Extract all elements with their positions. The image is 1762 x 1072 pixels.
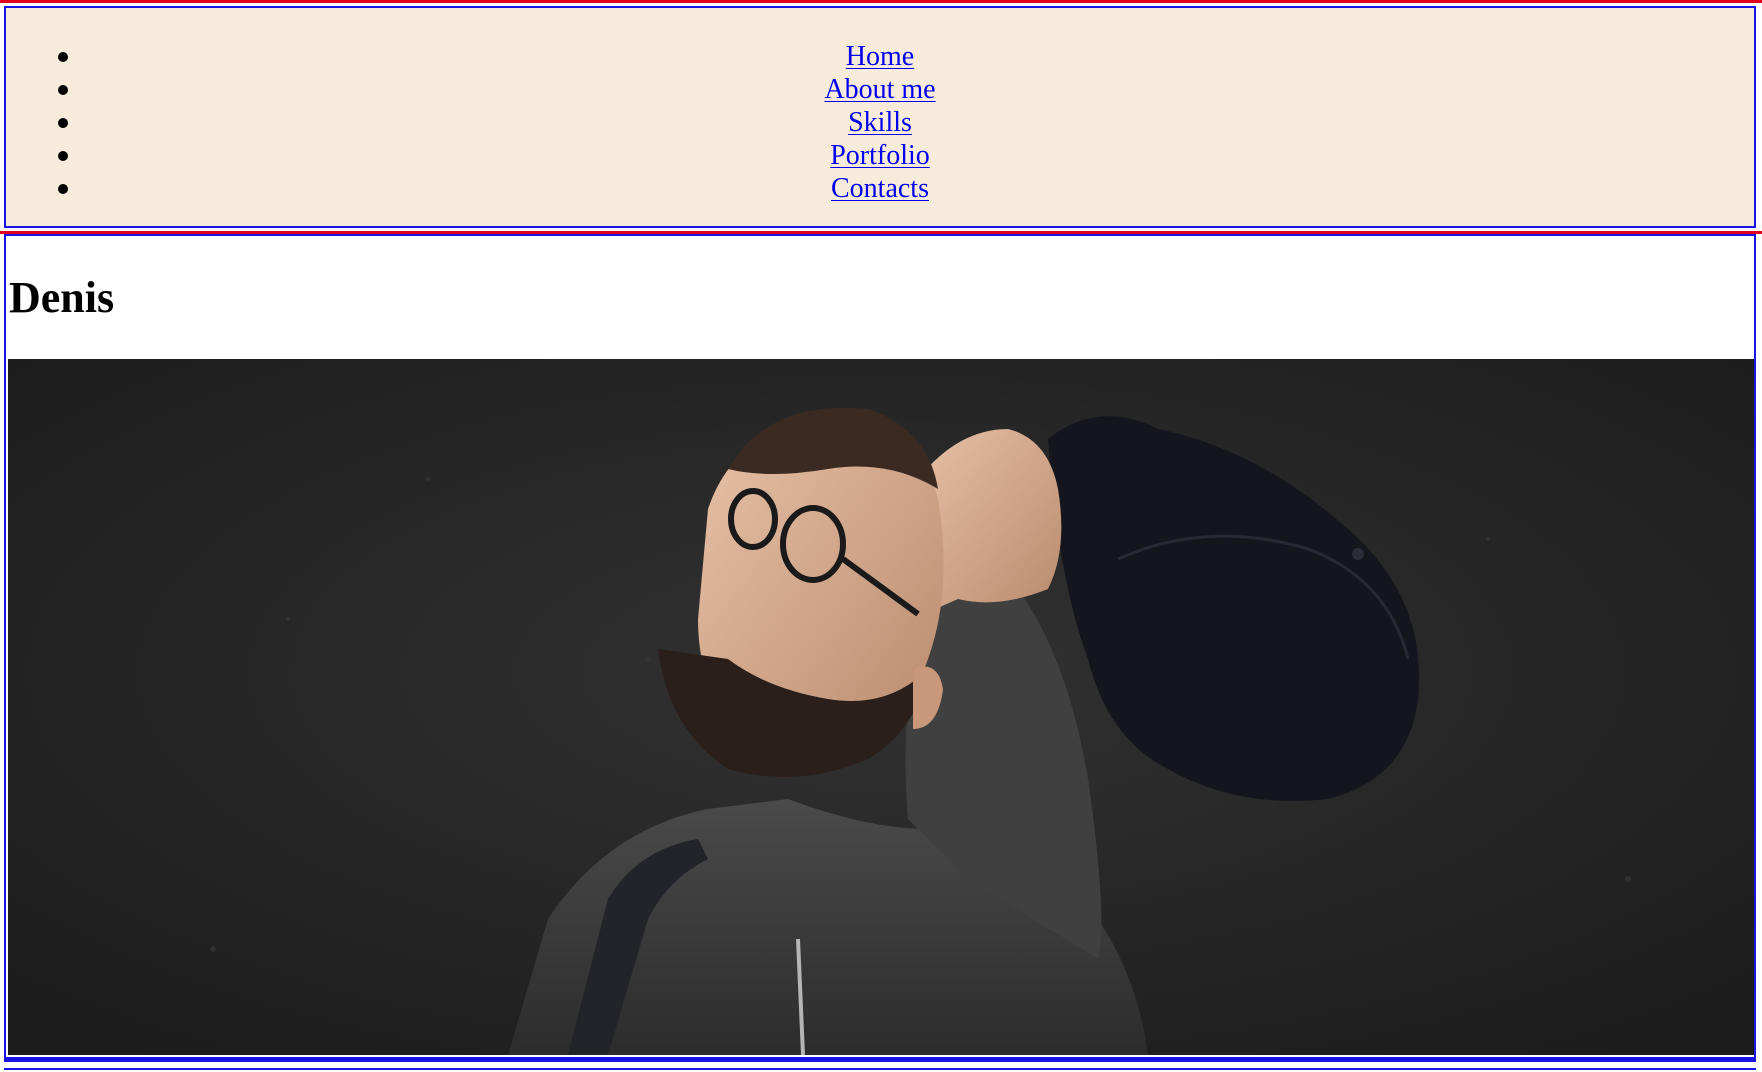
- bottom-divider: [4, 1068, 1756, 1070]
- nav-link-portfolio[interactable]: Portfolio: [830, 140, 930, 171]
- nav-link-skills[interactable]: Skills: [848, 107, 912, 138]
- hero-title: Denis: [9, 273, 115, 322]
- nav-item-about: About me: [6, 73, 1754, 106]
- nav-link-contacts[interactable]: Contacts: [831, 173, 929, 204]
- bullet-icon: [58, 52, 68, 62]
- hero-photo: [8, 359, 1754, 1055]
- bullet-icon: [58, 151, 68, 161]
- nav-link-about[interactable]: About me: [824, 74, 935, 105]
- nav-item-home: Home: [6, 40, 1754, 73]
- bullet-icon: [58, 184, 68, 194]
- site-nav: Home About me Skills Portfolio Contacts: [0, 0, 1762, 234]
- page: Home About me Skills Portfolio Contacts: [0, 0, 1762, 1072]
- nav-item-portfolio: Portfolio: [6, 139, 1754, 172]
- nav-container: Home About me Skills Portfolio Contacts: [4, 6, 1756, 228]
- hero-section: Denis: [4, 234, 1756, 1062]
- portrait-photo: [8, 359, 1754, 1055]
- nav-item-skills: Skills: [6, 106, 1754, 139]
- nav-list: Home About me Skills Portfolio Contacts: [6, 40, 1754, 205]
- bullet-icon: [58, 85, 68, 95]
- bullet-icon: [58, 118, 68, 128]
- nav-item-contacts: Contacts: [6, 172, 1754, 205]
- nav-link-home[interactable]: Home: [846, 41, 914, 72]
